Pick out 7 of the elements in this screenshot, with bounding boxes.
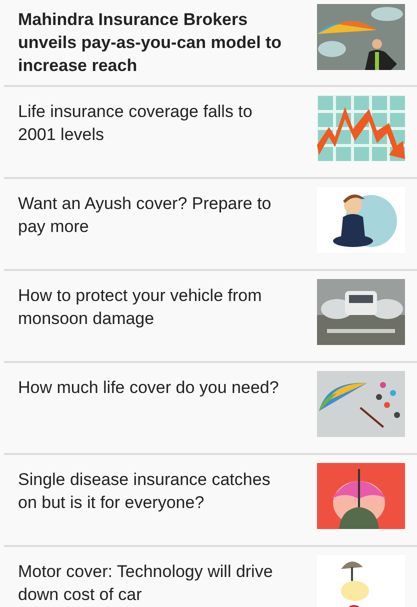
headline-link[interactable]: Want an Ayush cover? Prepare to pay more [18, 192, 283, 238]
headline-link[interactable]: How much life cover do you need? [18, 376, 283, 399]
headline-link[interactable]: Life insurance coverage falls to 2001 levels [18, 100, 283, 146]
headline-link[interactable]: Mahindra Insurance Brokers unveils pay-as-you-can model to increase reach [18, 8, 283, 77]
headline-link[interactable]: Single disease insurance catches on but is it for everyone? [18, 468, 283, 514]
headline-link[interactable]: Motor cover: Technology will drive down cost of car [18, 560, 283, 606]
headline-link[interactable]: How to protect your vehicle from monsoon damage [18, 284, 283, 330]
